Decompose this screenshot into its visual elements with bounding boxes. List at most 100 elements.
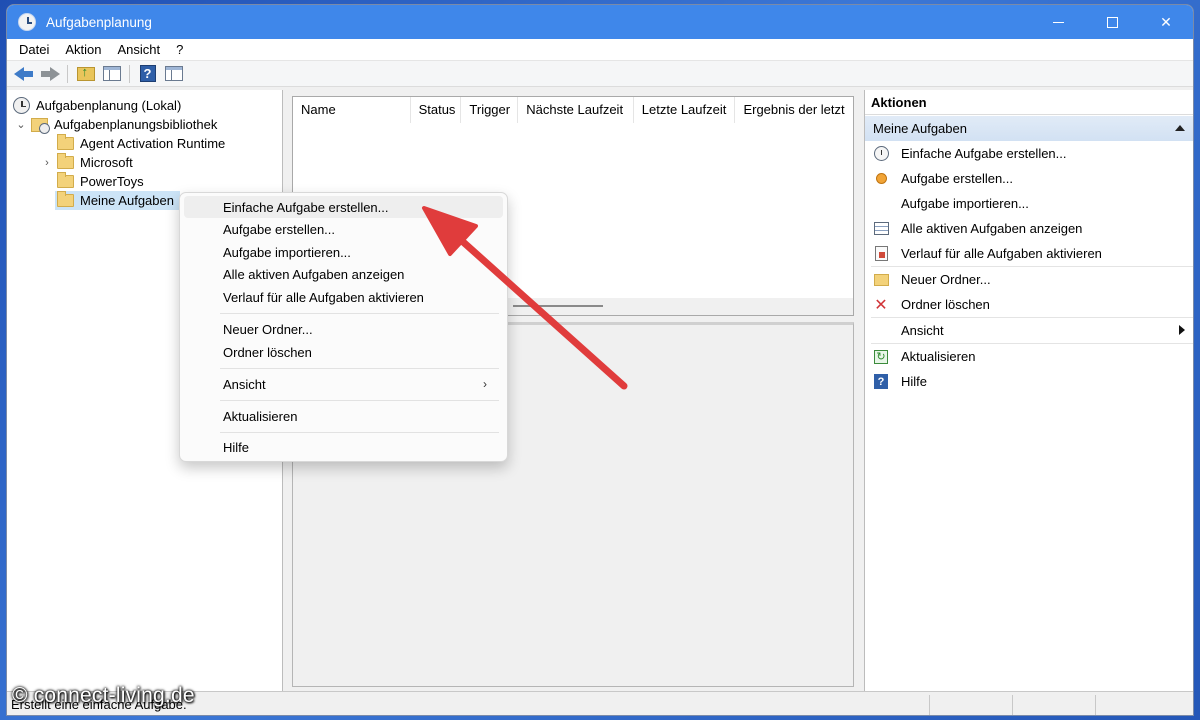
ctx-import-task[interactable]: Aufgabe importieren... xyxy=(184,241,503,263)
toolbar-separator xyxy=(129,64,130,83)
action-label: Einfache Aufgabe erstellen... xyxy=(901,146,1067,161)
action-label: Hilfe xyxy=(901,374,928,389)
action-enable-history[interactable]: Verlauf für alle Aufgaben aktivieren xyxy=(865,241,1193,266)
tree-node-root[interactable]: Aufgabenplanung (Lokal) xyxy=(13,96,181,115)
action-label: Alle aktiven Aufgaben anzeigen xyxy=(901,221,1083,236)
minimize-icon xyxy=(1052,21,1064,23)
scrollbar-thumb[interactable] xyxy=(513,305,603,307)
ctx-separator xyxy=(220,432,499,433)
tree-node-microsoft[interactable]: › Microsoft xyxy=(41,153,133,172)
status-segment xyxy=(1013,694,1096,715)
tree-node-label: Aufgabenplanungsbibliothek xyxy=(54,117,218,132)
tree-node-powertoys[interactable]: PowerToys xyxy=(57,172,144,191)
clock-icon xyxy=(18,13,36,31)
ctx-view[interactable]: Ansicht › xyxy=(184,373,503,395)
menubar: Datei Aktion Ansicht ? xyxy=(7,39,1193,61)
titlebar: Aufgabenplanung ✕ xyxy=(7,5,1193,39)
tree-node-label: Aufgabenplanung (Lokal) xyxy=(36,98,182,113)
console-tree-icon xyxy=(102,66,121,81)
actions-section-label: Meine Aufgaben xyxy=(873,121,967,136)
back-arrow-icon xyxy=(13,66,34,81)
column-last-run[interactable]: Letzte Laufzeit xyxy=(634,97,736,123)
refresh-icon: ↻ xyxy=(873,349,889,365)
ctx-separator xyxy=(220,368,499,369)
action-show-running-tasks[interactable]: Alle aktiven Aufgaben anzeigen xyxy=(865,216,1193,241)
ctx-create-basic-task[interactable]: Einfache Aufgabe erstellen... xyxy=(184,196,503,218)
tree-node-meine-aufgaben[interactable]: Meine Aufgaben xyxy=(55,191,180,210)
forward-button[interactable] xyxy=(38,64,61,84)
submenu-arrow-icon xyxy=(1179,325,1185,335)
action-new-folder[interactable]: Neuer Ordner... xyxy=(865,267,1193,292)
ctx-create-task[interactable]: Aufgabe erstellen... xyxy=(184,218,503,240)
ctx-enable-history[interactable]: Verlauf für alle Aufgaben aktivieren xyxy=(184,286,503,308)
action-create-basic-task[interactable]: Einfache Aufgabe erstellen... xyxy=(865,141,1193,166)
delete-icon: ✕ xyxy=(874,296,888,314)
menu-ansicht[interactable]: Ansicht xyxy=(110,42,169,57)
action-label: Aktualisieren xyxy=(901,349,976,364)
toolbar: ? xyxy=(7,61,1193,87)
action-pane-icon xyxy=(164,66,183,81)
close-button[interactable]: ✕ xyxy=(1139,5,1193,39)
tree-node-label: Agent Activation Runtime xyxy=(80,136,226,151)
column-next-run[interactable]: Nächste Laufzeit xyxy=(518,97,634,123)
collapse-caret-icon[interactable] xyxy=(1175,125,1185,131)
tree-node-label: Microsoft xyxy=(80,155,133,170)
ctx-new-folder[interactable]: Neuer Ordner... xyxy=(184,318,503,340)
up-one-level-button[interactable] xyxy=(74,64,97,84)
library-folder-icon xyxy=(31,117,50,134)
gear-icon xyxy=(873,171,889,187)
toolbar-separator xyxy=(67,64,68,83)
folder-icon xyxy=(57,153,74,169)
actions-title: Aktionen xyxy=(865,90,1193,115)
help-icon: ? xyxy=(139,65,156,82)
chevron-right-icon[interactable]: › xyxy=(41,157,53,169)
window-controls: ✕ xyxy=(1031,5,1193,39)
tree-node-library[interactable]: ⌄ Aufgabenplanungsbibliothek xyxy=(15,115,217,134)
actions-section-header[interactable]: Meine Aufgaben xyxy=(865,116,1193,141)
menu-help[interactable]: ? xyxy=(168,42,191,57)
action-refresh[interactable]: ↻ Aktualisieren xyxy=(865,344,1193,369)
ctx-help[interactable]: Hilfe xyxy=(184,436,503,458)
action-view[interactable]: Ansicht xyxy=(865,318,1193,343)
close-icon: ✕ xyxy=(1160,13,1172,30)
actions-pane: Aktionen Meine Aufgaben Einfache Aufgabe… xyxy=(864,90,1193,691)
action-label: Verlauf für alle Aufgaben aktivieren xyxy=(901,246,1102,261)
back-button[interactable] xyxy=(12,64,35,84)
minimize-button[interactable] xyxy=(1031,5,1085,39)
ctx-show-running-tasks[interactable]: Alle aktiven Aufgaben anzeigen xyxy=(184,263,503,285)
show-console-tree-button[interactable] xyxy=(100,64,123,84)
column-last-result[interactable]: Ergebnis der letzt xyxy=(735,97,853,123)
help-button[interactable]: ? xyxy=(136,64,159,84)
maximize-button[interactable] xyxy=(1085,5,1139,39)
action-label: Ansicht xyxy=(901,323,944,338)
tree-node-label: PowerToys xyxy=(80,174,144,189)
forward-arrow-icon xyxy=(40,66,60,81)
status-segment xyxy=(930,694,1013,715)
action-delete-folder[interactable]: ✕ Ordner löschen xyxy=(865,292,1193,317)
folder-icon xyxy=(57,172,74,188)
action-create-task[interactable]: Aufgabe erstellen... xyxy=(865,166,1193,191)
show-action-pane-button[interactable] xyxy=(162,64,185,84)
chevron-down-icon[interactable]: ⌄ xyxy=(15,118,27,131)
column-status[interactable]: Status xyxy=(411,97,462,123)
action-label: Aufgabe erstellen... xyxy=(901,171,1014,186)
menu-aktion[interactable]: Aktion xyxy=(57,42,109,57)
folder-icon xyxy=(57,134,74,150)
window-title: Aufgabenplanung xyxy=(46,14,152,30)
action-help[interactable]: ? Hilfe xyxy=(865,369,1193,394)
column-trigger[interactable]: Trigger xyxy=(461,97,519,123)
context-menu: Einfache Aufgabe erstellen... Aufgabe er… xyxy=(179,192,508,462)
task-list-icon xyxy=(873,221,889,237)
action-label: Neuer Ordner... xyxy=(901,272,991,287)
column-name[interactable]: Name xyxy=(293,97,411,123)
watermark: © connect-living.de xyxy=(12,684,195,707)
action-label: Ordner löschen xyxy=(901,297,990,312)
ctx-delete-folder[interactable]: Ordner löschen xyxy=(184,341,503,363)
folder-up-icon xyxy=(76,64,95,81)
ctx-separator xyxy=(220,313,499,314)
menu-datei[interactable]: Datei xyxy=(7,42,57,57)
tree-node-agent-activation-runtime[interactable]: Agent Activation Runtime xyxy=(57,134,225,153)
ctx-refresh[interactable]: Aktualisieren xyxy=(184,405,503,427)
help-icon: ? xyxy=(873,374,889,390)
action-import-task[interactable]: Aufgabe importieren... xyxy=(865,191,1193,216)
